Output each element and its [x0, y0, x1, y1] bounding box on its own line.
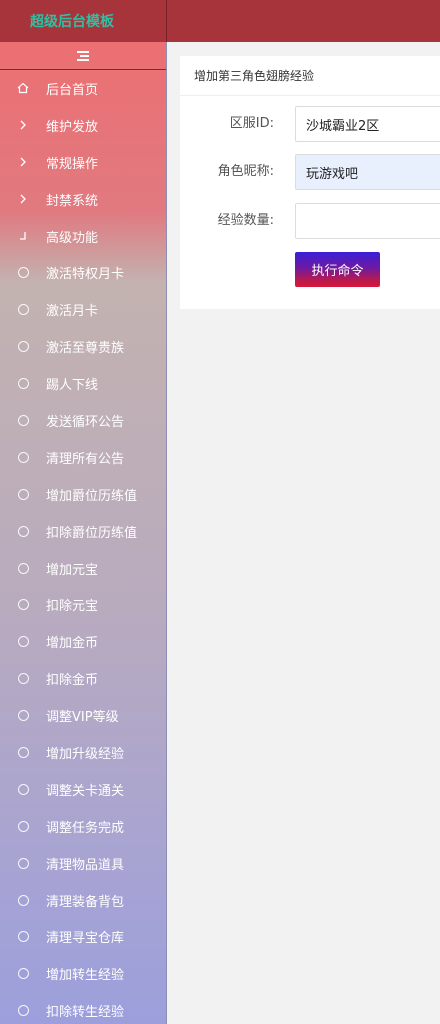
sidebar-item-label: 扣除转生经验: [46, 1005, 125, 1021]
sidebar-item-label: 清理所有公告: [46, 451, 125, 467]
sidebar-item[interactable]: 清理物品道具: [0, 845, 166, 882]
sidebar-item-label: 增加转生经验: [46, 968, 125, 984]
sidebar-item-label: 增加爵位历练值: [46, 488, 138, 504]
form-card: 增加第三角色翅膀经验 区服ID: 角色昵称: 经验数量: 执行命令: [180, 56, 440, 309]
sidebar-item-label: 调整VIP等级: [46, 710, 119, 726]
sidebar-item-label: 增加元宝: [46, 562, 99, 578]
circle-icon: [0, 710, 46, 722]
sidebar-item[interactable]: 激活特权月卡: [0, 254, 166, 291]
sidebar-item[interactable]: 高级功能: [0, 218, 166, 255]
collapse-icon: [0, 231, 46, 241]
sidebar-item[interactable]: 增加爵位历练值: [0, 476, 166, 513]
circle-icon: [0, 451, 46, 463]
sidebar-item[interactable]: 后台首页: [0, 70, 166, 107]
circle-icon: [0, 746, 46, 758]
sidebar-item-label: 调整关卡通关: [46, 783, 125, 799]
sidebar-item[interactable]: 扣除金币: [0, 660, 166, 697]
brand-logo[interactable]: 超级后台模板: [0, 0, 167, 42]
sidebar-item[interactable]: 常规操作: [0, 144, 166, 181]
circle-icon: [0, 525, 46, 537]
exp-label: 经验数量:: [217, 213, 274, 228]
sidebar-item-label: 清理物品道具: [46, 857, 125, 873]
circle-icon: [0, 857, 46, 869]
circle-icon: [0, 414, 46, 426]
sidebar-item[interactable]: 清理所有公告: [0, 439, 166, 476]
sidebar-item[interactable]: 清理装备背包: [0, 882, 166, 919]
sidebar-item[interactable]: 增加元宝: [0, 550, 166, 587]
circle-icon: [0, 304, 46, 316]
exp-amount-field[interactable]: [295, 203, 440, 239]
sidebar-menu: 后台首页维护发放常规操作封禁系统高级功能激活特权月卡 激活月卡激活至尊贵族 踢人下线…: [0, 70, 166, 1024]
sidebar-item[interactable]: 增加升级经验: [0, 734, 166, 771]
home-icon: [0, 82, 46, 94]
circle-icon: [0, 894, 46, 906]
circle-icon: [0, 820, 46, 832]
sidebar-item[interactable]: 调整任务完成: [0, 808, 166, 845]
sidebar-item-label: 维护发放: [46, 119, 99, 135]
circle-icon: [0, 783, 46, 795]
menu-toggle-icon: [77, 51, 89, 61]
chevron-right-icon: [0, 194, 46, 204]
sidebar-item-label: 清理寻宝仓库: [46, 931, 125, 947]
execute-command-button[interactable]: 执行命令: [295, 252, 380, 287]
circle-icon: [0, 341, 46, 353]
sidebar-item-label: 调整任务完成: [46, 820, 125, 836]
sidebar-item-label: 踢人下线: [46, 378, 99, 394]
nickname-row: 角色昵称:: [180, 154, 440, 190]
chevron-right-icon: [0, 120, 46, 130]
sidebar-item-label: 扣除元宝: [46, 599, 99, 615]
sidebar-item[interactable]: 踢人下线: [0, 365, 166, 402]
sidebar-item-label: 封禁系统: [46, 193, 99, 209]
sidebar-item[interactable]: 扣除爵位历练值: [0, 513, 166, 550]
circle-icon: [0, 488, 46, 500]
sidebar-item-label: 高级功能: [46, 230, 99, 246]
server-row: 区服ID:: [180, 106, 440, 142]
circle-icon: [0, 599, 46, 611]
circle-icon: [0, 931, 46, 943]
circle-icon: [0, 673, 46, 685]
sidebar-item-label: 扣除爵位历练值: [46, 525, 138, 541]
circle-icon: [0, 267, 46, 279]
sidebar-item-label: 增加金币: [46, 636, 99, 652]
sidebar-item-label: 清理装备背包: [46, 894, 125, 910]
form-title: 增加第三角色翅膀经验: [180, 56, 440, 96]
circle-icon: [0, 968, 46, 980]
server-id-field[interactable]: [295, 106, 440, 142]
circle-icon: [0, 378, 46, 390]
top-bar: 超级后台模板: [0, 0, 440, 42]
sidebar-item[interactable]: 激活月卡: [0, 291, 166, 328]
sidebar-item[interactable]: 增加转生经验: [0, 955, 166, 992]
server-label: 区服ID:: [229, 116, 274, 131]
sidebar-item[interactable]: 增加金币: [0, 623, 166, 660]
sidebar-item[interactable]: 调整关卡通关: [0, 771, 166, 808]
chevron-right-icon: [0, 157, 46, 167]
sidebar-item[interactable]: 封禁系统: [0, 181, 166, 218]
sidebar-item[interactable]: 扣除转生经验: [0, 992, 166, 1024]
nickname-label: 角色昵称:: [217, 164, 274, 179]
sidebar-item-label: 激活特权月卡: [46, 267, 125, 283]
sidebar-item-label: 常规操作: [46, 156, 99, 172]
sidebar-item-label: 激活月卡: [46, 304, 99, 320]
sidebar-toggle-button[interactable]: [0, 42, 166, 70]
sidebar-item[interactable]: 调整VIP等级: [0, 697, 166, 734]
sidebar-item-label: 激活至尊贵族: [46, 341, 125, 357]
sidebar-item[interactable]: 清理寻宝仓库: [0, 918, 166, 955]
exp-row: 经验数量:: [180, 203, 440, 239]
circle-icon: [0, 636, 46, 648]
sidebar-item[interactable]: 扣除元宝: [0, 586, 166, 623]
circle-icon: [0, 562, 46, 574]
sidebar-item-label: 增加升级经验: [46, 746, 125, 762]
sidebar-item[interactable]: 激活至尊贵族: [0, 328, 166, 365]
brand-title: 超级后台模板: [30, 14, 114, 30]
top-bar-spacer: [167, 0, 440, 42]
circle-icon: [0, 1005, 46, 1017]
sidebar-item-label: 扣除金币: [46, 673, 99, 689]
sidebar-item[interactable]: 维护发放: [0, 107, 166, 144]
sidebar-item-label: 发送循环公告: [46, 414, 125, 430]
sidebar-item-label: 后台首页: [46, 82, 99, 98]
nickname-field[interactable]: [295, 154, 440, 190]
sidebar: 后台首页维护发放常规操作封禁系统高级功能激活特权月卡 激活月卡激活至尊贵族 踢人下线…: [0, 42, 167, 1024]
sidebar-item[interactable]: 发送循环公告: [0, 402, 166, 439]
